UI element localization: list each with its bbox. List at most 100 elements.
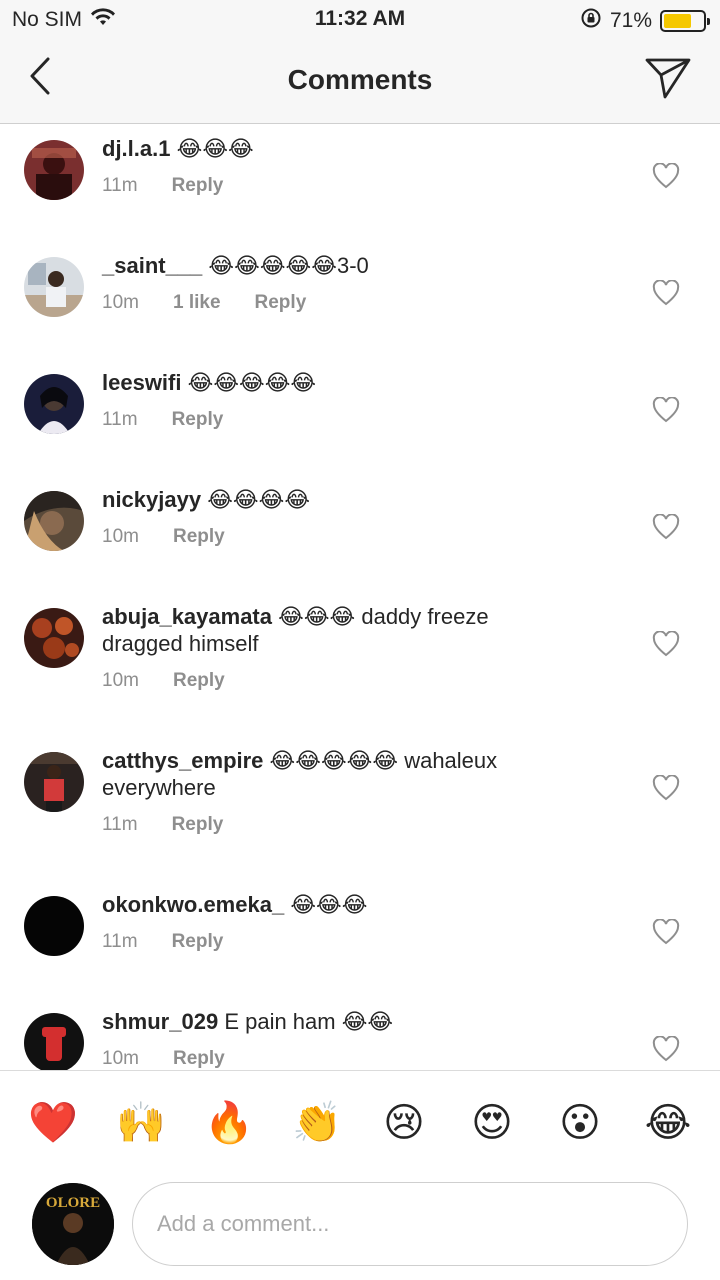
heart-outline-icon bbox=[652, 1035, 680, 1066]
comment-message: 😂😂😂 bbox=[290, 892, 368, 917]
reply-button[interactable]: Reply bbox=[173, 1048, 225, 1070]
comment-meta: 10m Reply bbox=[102, 1048, 562, 1070]
reply-button[interactable]: Reply bbox=[255, 292, 307, 314]
comment-text: _saint___ 😂😂😂😂😂3-0 bbox=[102, 252, 562, 279]
comment-text: abuja_kayamata 😂😂😂 daddy freeze dragged … bbox=[102, 603, 562, 657]
comment-body: shmur_029 E pain ham 😂😂 10m Reply bbox=[102, 1008, 562, 1070]
like-button[interactable] bbox=[652, 396, 680, 423]
comment-text: okonkwo.emeka_ 😂😂😂 bbox=[102, 891, 562, 918]
reply-button[interactable]: Reply bbox=[173, 526, 225, 548]
comment-meta: 11m Reply bbox=[102, 931, 562, 953]
comment-username[interactable]: nickyjayy bbox=[102, 487, 201, 512]
share-button[interactable] bbox=[642, 54, 694, 106]
avatar[interactable] bbox=[24, 1013, 84, 1070]
comment-time: 10m bbox=[102, 670, 139, 691]
comment-body: leeswifi 😂😂😂😂😂 11m Reply bbox=[102, 369, 562, 431]
comment-time: 11m bbox=[102, 814, 138, 835]
battery-percent: 71% bbox=[609, 9, 652, 32]
comment-username[interactable]: abuja_kayamata bbox=[102, 604, 272, 629]
comment-time: 10m bbox=[102, 1048, 139, 1069]
emoji-red-heart[interactable]: ❤️ bbox=[28, 1099, 78, 1147]
comment-time: 10m bbox=[102, 526, 139, 547]
reply-button[interactable]: Reply bbox=[172, 814, 224, 836]
battery-icon bbox=[660, 10, 710, 32]
heart-outline-icon bbox=[652, 279, 680, 310]
like-button[interactable] bbox=[652, 630, 680, 657]
comment-message: 😂😂😂😂😂3-0 bbox=[208, 253, 369, 278]
comment-body: okonkwo.emeka_ 😂😂😂 11m Reply bbox=[102, 891, 562, 953]
comment-input[interactable] bbox=[132, 1182, 688, 1266]
current-user-avatar: OLORE bbox=[32, 1183, 114, 1265]
battery-level bbox=[664, 14, 691, 28]
avatar-logo-text: OLORE bbox=[46, 1195, 100, 1211]
comment-username[interactable]: catthys_empire bbox=[102, 748, 263, 773]
comment-message: 😂😂😂 bbox=[176, 136, 254, 161]
comment-body: dj.l.a.1 😂😂😂 11m Reply bbox=[102, 135, 562, 197]
comment-body: catthys_empire 😂😂😂😂😂 wahaleux everywhere… bbox=[102, 747, 562, 836]
comment-body: _saint___ 😂😂😂😂😂3-0 10m 1 like Reply bbox=[102, 252, 562, 314]
heart-outline-icon bbox=[652, 774, 680, 805]
like-button[interactable] bbox=[652, 162, 680, 189]
avatar[interactable] bbox=[24, 491, 84, 551]
heart-outline-icon bbox=[652, 162, 680, 193]
comment-username[interactable]: dj.l.a.1 bbox=[102, 136, 170, 161]
emoji-surprised-face[interactable]: 😮 bbox=[556, 1099, 604, 1147]
like-button[interactable] bbox=[652, 513, 680, 540]
comment-composer: OLORE bbox=[0, 1174, 720, 1280]
heart-outline-icon bbox=[652, 630, 680, 661]
comment-text: catthys_empire 😂😂😂😂😂 wahaleux everywhere bbox=[102, 747, 562, 801]
emoji-clapping-hands[interactable]: 👏 bbox=[292, 1099, 342, 1147]
emoji-tears-of-joy[interactable]: 😂 bbox=[644, 1099, 692, 1147]
comment-text: dj.l.a.1 😂😂😂 bbox=[102, 135, 562, 162]
heart-outline-icon bbox=[652, 396, 680, 427]
comment-meta: 11m Reply bbox=[102, 175, 562, 197]
paper-plane-icon bbox=[645, 57, 691, 104]
comment-meta: 10m Reply bbox=[102, 526, 562, 548]
emoji-fire[interactable]: 🔥 bbox=[204, 1099, 254, 1147]
status-right: 71% bbox=[580, 7, 710, 35]
emoji-crying-face[interactable]: 😢 bbox=[380, 1099, 428, 1147]
comment-message: 😂😂😂😂😂 bbox=[187, 370, 317, 395]
avatar[interactable] bbox=[24, 752, 84, 812]
reply-button[interactable]: Reply bbox=[172, 175, 224, 197]
emoji-heart-eyes[interactable]: 😍 bbox=[468, 1099, 516, 1147]
comment-body: nickyjayy 😂😂😂😂 10m Reply bbox=[102, 486, 562, 548]
comment-time: 10m bbox=[102, 292, 139, 313]
comment-meta: 11m Reply bbox=[102, 814, 562, 836]
avatar[interactable] bbox=[24, 608, 84, 668]
comment-meta: 10m Reply bbox=[102, 670, 562, 692]
comment-time: 11m bbox=[102, 175, 138, 196]
page-title: Comments bbox=[287, 64, 433, 95]
comment-username[interactable]: _saint___ bbox=[102, 253, 202, 278]
comment-body: abuja_kayamata 😂😂😂 daddy freeze dragged … bbox=[102, 603, 562, 692]
avatar[interactable] bbox=[24, 257, 84, 317]
comment-meta: 11m Reply bbox=[102, 409, 562, 431]
emoji-raising-hands[interactable]: 🙌 bbox=[116, 1099, 166, 1147]
comment-username[interactable]: okonkwo.emeka_ bbox=[102, 892, 284, 917]
like-button[interactable] bbox=[652, 279, 680, 306]
rotation-lock-icon bbox=[580, 7, 602, 35]
comment-message: 😂😂😂😂 bbox=[207, 487, 311, 512]
comment-username[interactable]: leeswifi bbox=[102, 370, 181, 395]
comment-username[interactable]: shmur_029 bbox=[102, 1009, 218, 1034]
avatar[interactable] bbox=[24, 374, 84, 434]
avatar[interactable] bbox=[24, 140, 84, 200]
like-button[interactable] bbox=[652, 774, 680, 801]
comment-time: 11m bbox=[102, 409, 138, 430]
emoji-bar: ❤️ 🙌 🔥 👏 😢 😍 😮 😂 bbox=[0, 1070, 720, 1174]
avatar[interactable] bbox=[24, 896, 84, 956]
like-button[interactable] bbox=[652, 918, 680, 945]
comments-list[interactable]: dj.l.a.1 😂😂😂 11m Reply _saint___ 😂😂😂😂😂3-… bbox=[0, 125, 720, 1070]
comment-text: shmur_029 E pain ham 😂😂 bbox=[102, 1008, 562, 1035]
nav-bar: Comments bbox=[0, 40, 720, 124]
comment-text: nickyjayy 😂😂😂😂 bbox=[102, 486, 562, 513]
like-button[interactable] bbox=[652, 1035, 680, 1062]
comment-text: leeswifi 😂😂😂😂😂 bbox=[102, 369, 562, 396]
reply-button[interactable]: Reply bbox=[173, 670, 225, 692]
heart-outline-icon bbox=[652, 918, 680, 949]
reply-button[interactable]: Reply bbox=[172, 931, 224, 953]
like-count[interactable]: 1 like bbox=[173, 292, 221, 314]
comment-message: E pain ham 😂😂 bbox=[224, 1009, 394, 1034]
status-bar: No SIM 11:32 AM 71% bbox=[0, 0, 720, 40]
reply-button[interactable]: Reply bbox=[172, 409, 224, 431]
